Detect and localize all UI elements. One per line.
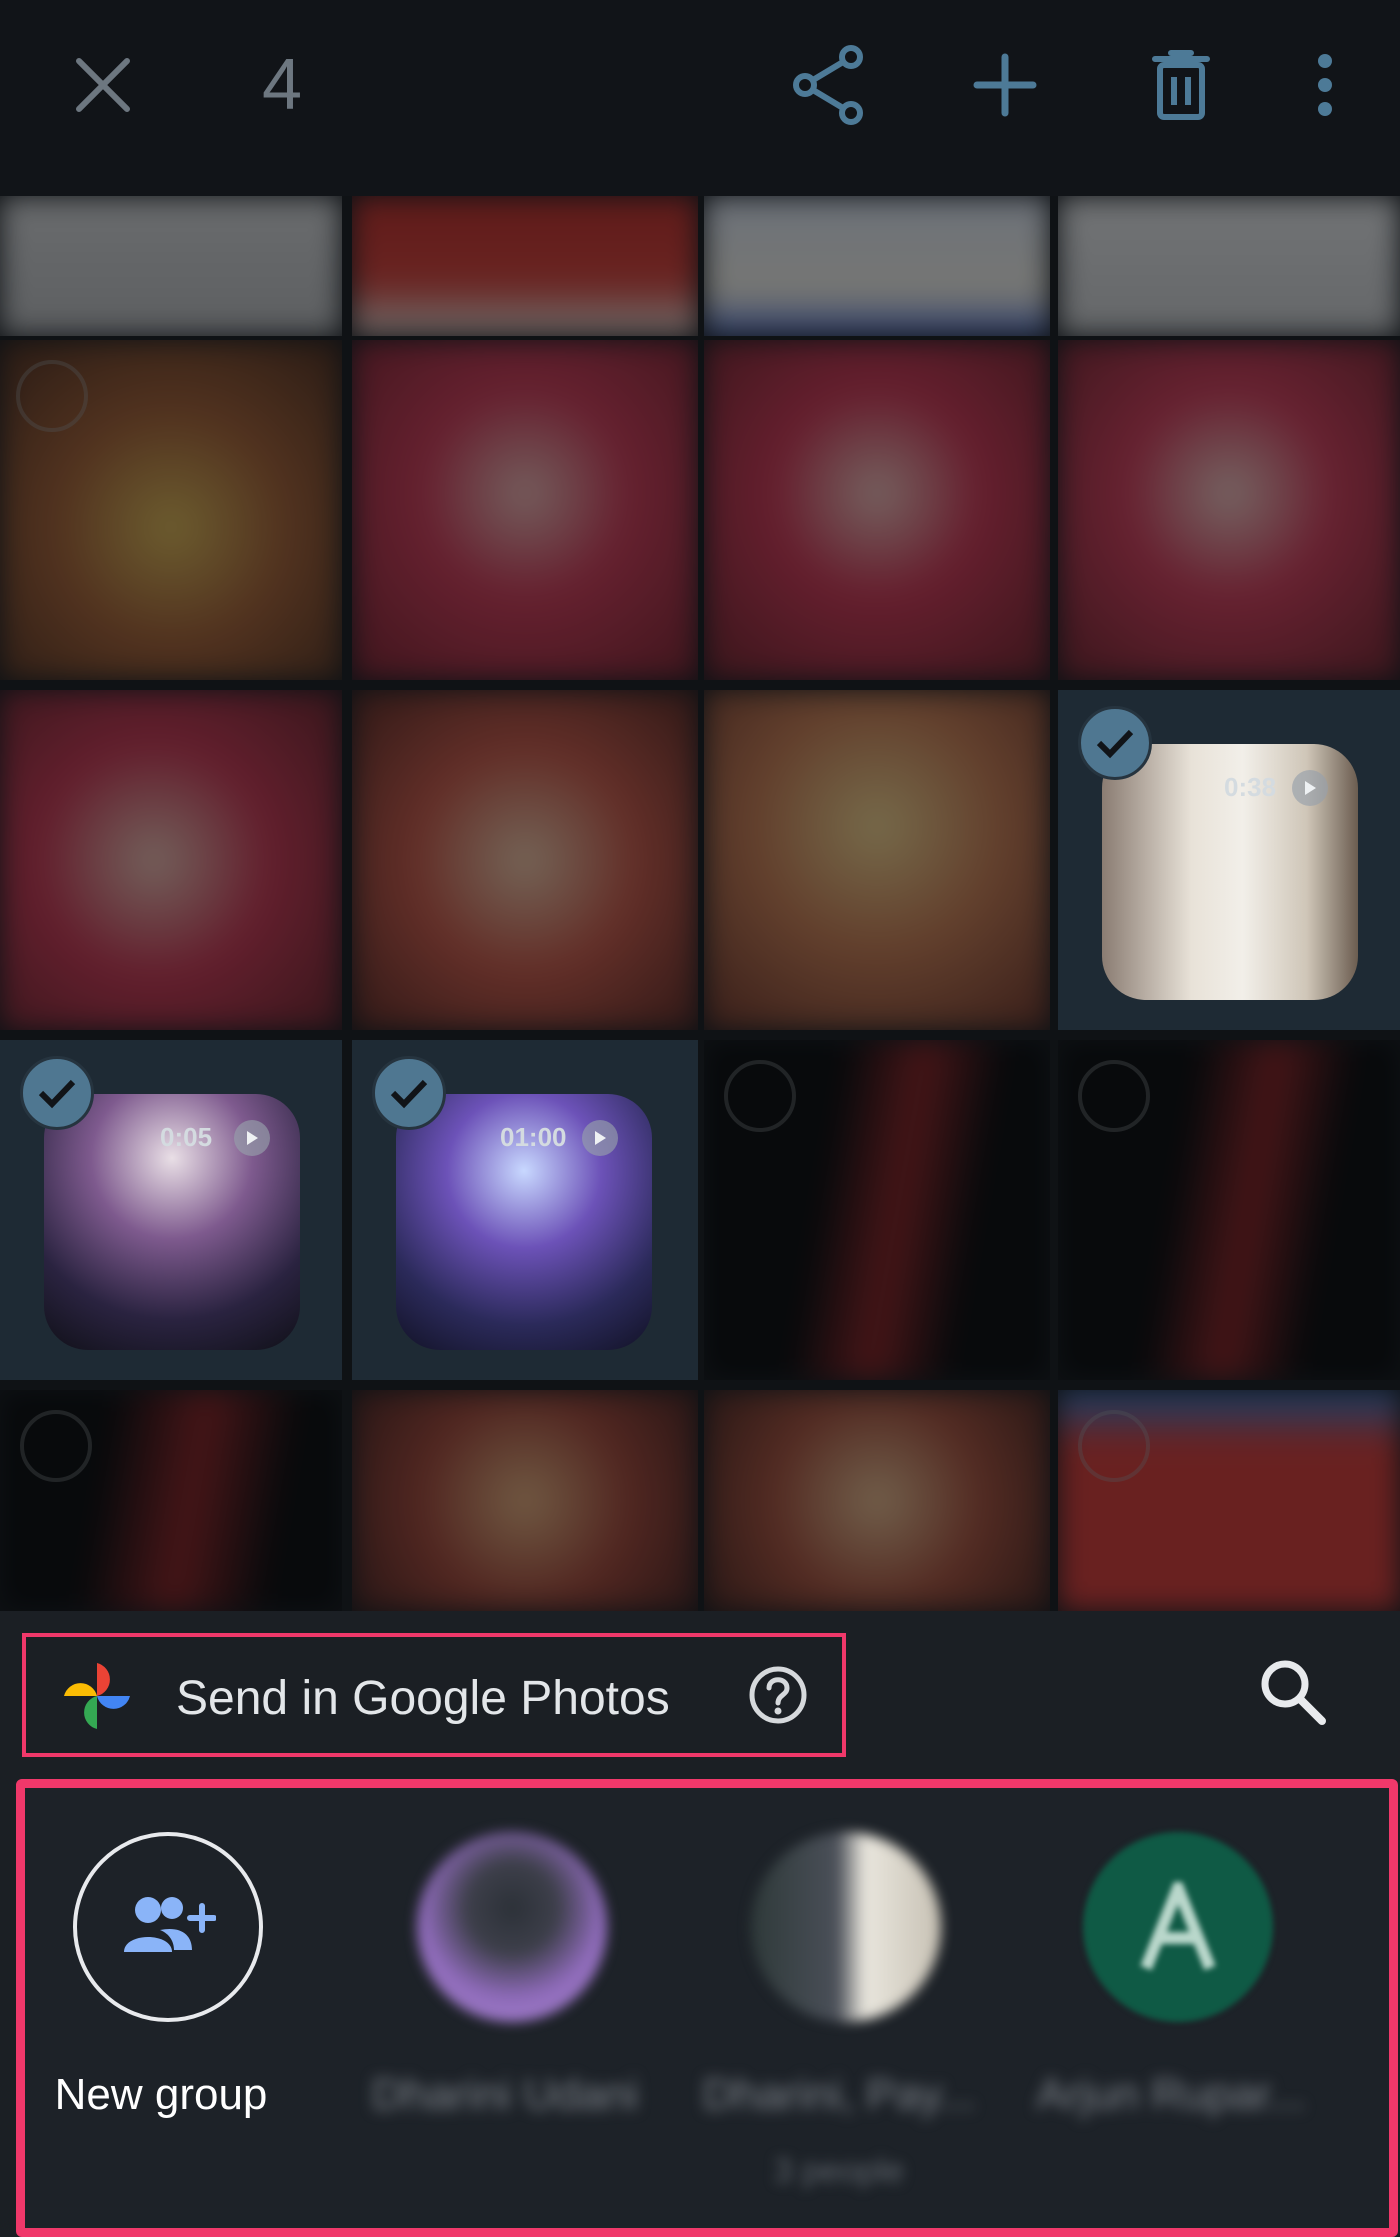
grid-item[interactable]	[704, 340, 1050, 680]
video-thumbnail: 0:38	[1102, 744, 1358, 1000]
new-group-button[interactable]: New group	[25, 1812, 325, 2212]
share-sheet: Send in Google Photos New group Dharini …	[0, 1611, 1400, 2237]
grid-item[interactable]	[1058, 340, 1400, 680]
grid-item[interactable]	[352, 690, 698, 1030]
google-photos-logo-icon	[62, 1661, 132, 1731]
add-icon[interactable]	[960, 40, 1050, 130]
grid-item-selected[interactable]: 01:00	[352, 1040, 698, 1380]
select-ring-icon[interactable]	[1078, 1410, 1150, 1482]
select-ring-icon[interactable]	[1078, 1060, 1150, 1132]
grid-item[interactable]	[704, 196, 1050, 336]
grid-item[interactable]	[1058, 1390, 1400, 1611]
video-duration: 0:38	[1224, 772, 1277, 802]
contact-name: Dharini Udani	[371, 2070, 639, 2119]
contact-item[interactable]: Arjun Rupar...	[1021, 1812, 1321, 2212]
grid-item[interactable]	[704, 690, 1050, 1030]
grid-item[interactable]	[352, 196, 698, 336]
select-ring-icon[interactable]	[16, 360, 88, 432]
grid-item[interactable]	[352, 340, 698, 680]
grid-item[interactable]	[0, 196, 342, 336]
add-group-icon	[124, 1897, 216, 1952]
more-vert-icon[interactable]	[1280, 40, 1370, 130]
contact-name: Arjun Rupar...	[1036, 2070, 1306, 2119]
photo-grid: 0:38 0:05 01:00	[0, 196, 1400, 1611]
avatar	[1083, 1832, 1273, 2022]
play-icon	[582, 1120, 618, 1156]
grid-item[interactable]	[704, 1390, 1050, 1611]
grid-item[interactable]	[1058, 1040, 1400, 1380]
grid-item[interactable]	[0, 1390, 342, 1611]
contact-item[interactable]: Dharini, Pay... 3 people	[689, 1812, 989, 2212]
selected-count: 4	[262, 45, 303, 125]
video-thumbnail: 0:05	[44, 1094, 300, 1350]
checkmark-icon[interactable]	[1078, 706, 1152, 780]
grid-item[interactable]	[0, 690, 342, 1030]
grid-item-selected[interactable]: 0:05	[0, 1040, 342, 1380]
play-icon	[1292, 770, 1328, 806]
contact-name: Dharini, Pay...	[702, 2070, 976, 2119]
grid-item[interactable]	[0, 340, 342, 680]
new-group-circle	[73, 1832, 263, 2022]
checkmark-icon[interactable]	[372, 1056, 446, 1130]
play-icon	[234, 1120, 270, 1156]
video-duration: 01:00	[500, 1122, 567, 1152]
close-icon[interactable]	[58, 40, 148, 130]
select-ring-icon[interactable]	[724, 1060, 796, 1132]
contact-subtitle: 3 people	[773, 2152, 905, 2190]
share-icon[interactable]	[784, 40, 874, 130]
grid-item-selected[interactable]: 0:38	[1058, 690, 1400, 1030]
grid-item[interactable]	[1058, 196, 1400, 336]
checkmark-icon[interactable]	[20, 1056, 94, 1130]
grid-item[interactable]	[352, 1390, 698, 1611]
send-in-google-photos-label: Send in Google Photos	[176, 1672, 670, 1725]
contact-item[interactable]: Dharini Udani	[355, 1812, 655, 2212]
selection-toolbar: 4	[0, 0, 1400, 196]
delete-icon[interactable]	[1136, 40, 1226, 130]
avatar	[417, 1832, 607, 2022]
send-in-google-photos-row[interactable]: Send in Google Photos	[22, 1633, 846, 1757]
grid-item[interactable]	[704, 1040, 1050, 1380]
video-thumbnail: 01:00	[396, 1094, 652, 1350]
contacts-row: New group Dharini Udani Dharini, Pay... …	[16, 1779, 1398, 2237]
contact-name: New group	[54, 2070, 268, 2119]
video-duration: 0:05	[160, 1122, 213, 1152]
search-icon[interactable]	[1256, 1655, 1336, 1735]
select-ring-icon[interactable]	[20, 1410, 92, 1482]
help-icon[interactable]	[748, 1665, 808, 1725]
avatar	[751, 1832, 941, 2022]
